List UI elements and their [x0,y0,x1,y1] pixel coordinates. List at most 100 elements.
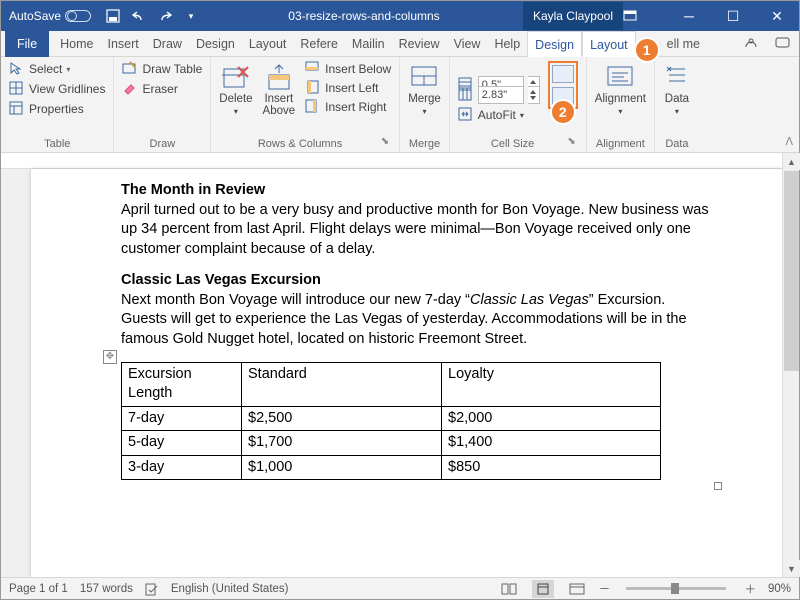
read-mode-icon[interactable] [498,580,520,598]
quick-access-toolbar: ▾ [99,8,205,24]
alignment-button[interactable]: Alignment▾ [595,61,646,116]
width-spinner[interactable] [528,86,540,104]
ribbon-tabs: File Home Insert Draw Design Layout Refe… [1,31,799,57]
data-button[interactable]: Data▾ [663,61,691,116]
save-icon[interactable] [105,8,121,24]
tab-review[interactable]: Review [392,31,447,57]
tell-me[interactable]: ell me [660,31,707,57]
th-0: Excursion Length [122,362,242,406]
web-layout-icon[interactable] [566,580,588,598]
tab-mailings[interactable]: Mailin [345,31,392,57]
group-merge-label: Merge [408,136,441,150]
word-count[interactable]: 157 words [80,583,133,595]
tab-draw[interactable]: Draw [146,31,189,57]
heading-1: The Month in Review [121,181,712,201]
autosave-switch-icon [65,10,91,22]
cellsize-launcher-icon[interactable]: ⬊ [567,136,577,150]
collapse-ribbon-icon[interactable]: ᐱ [785,135,793,148]
zoom-level[interactable]: 90% [768,583,791,595]
scrollbar-thumb[interactable] [784,171,799,371]
tab-file[interactable]: File [5,31,49,57]
insert-below-button[interactable]: Insert Below [305,61,391,77]
properties-button[interactable]: Properties [9,101,105,117]
zoom-in-icon[interactable]: ＋ [744,581,756,597]
scroll-up-icon[interactable]: ▲ [783,153,800,170]
pricing-table[interactable]: Excursion Length Standard Loyalty 7-day$… [121,362,661,481]
title-bar: AutoSave ▾ 03-resize-rows-and-columns Ka… [1,1,799,31]
zoom-slider[interactable] [626,587,726,590]
tab-insert[interactable]: Insert [101,31,146,57]
delete-button[interactable]: Delete▾ [219,61,252,116]
group-rows-columns: Delete▾ Insert Above Insert Below Insert… [211,57,400,152]
page-indicator[interactable]: Page 1 of 1 [9,583,68,595]
group-rowscols-label: Rows & Columns [219,136,381,150]
tab-references[interactable]: Refere [293,31,345,57]
tab-design[interactable]: Design [189,31,242,57]
rowscols-launcher-icon[interactable]: ⬊ [381,136,391,150]
autosave-label: AutoSave [9,9,61,23]
table-row: 3-day$1,000$850 [122,455,661,480]
group-draw-label: Draw [122,136,202,150]
proofofing-icon[interactable] [145,582,159,596]
paragraph-1: April turned out to be a very busy and p… [121,201,712,260]
paragraph-2: Next month Bon Voyage will introduce our… [121,291,712,350]
callout-1: 1 [634,37,660,63]
status-bar: Page 1 of 1 157 words English (United St… [1,577,799,599]
tab-layout[interactable]: Layout [242,31,294,57]
distribute-highlight: 2 [548,61,578,109]
heading-2: Classic Las Vegas Excursion [121,271,712,291]
table-row: Excursion Length Standard Loyalty [122,362,661,406]
insert-right-button[interactable]: Insert Right [305,99,391,115]
scroll-down-icon[interactable]: ▼ [783,560,800,577]
redo-icon[interactable] [157,8,173,24]
tab-help[interactable]: Help [487,31,527,57]
insert-left-button[interactable]: Insert Left [305,80,391,96]
eraser-button[interactable]: Eraser [122,81,202,97]
group-draw: Draw Table Eraser Draw [114,57,211,152]
qat-dropdown-icon[interactable]: ▾ [183,8,199,24]
table-resize-handle-icon[interactable] [714,482,722,490]
group-data: Data▾ Data [655,57,699,152]
th-1: Standard [242,362,442,406]
minimize-icon[interactable]: ─ [667,8,711,24]
print-layout-icon[interactable] [532,580,554,598]
maximize-icon[interactable]: ☐ [711,8,755,25]
table-row: 7-day$2,500$2,000 [122,406,661,431]
document-area: The Month in Review April turned out to … [1,153,782,577]
group-alignment-label: Alignment [595,136,646,150]
tab-table-design[interactable]: Design [527,31,582,57]
document-page[interactable]: The Month in Review April turned out to … [31,169,782,577]
th-2: Loyalty [442,362,661,406]
close-icon[interactable]: ✕ [755,8,799,25]
select-button[interactable]: Select▾ [9,61,105,77]
group-merge: Merge▾ Merge [400,57,450,152]
table-row: 5-day$1,700$1,400 [122,431,661,456]
view-gridlines-button[interactable]: View Gridlines [9,81,105,97]
group-table-label: Table [9,136,105,150]
language-indicator[interactable]: English (United States) [171,583,289,595]
insert-above-button[interactable]: Insert Above [263,61,296,117]
distribute-rows-icon[interactable] [552,65,574,83]
table-move-handle-icon[interactable]: ✥ [103,350,117,364]
zoom-out-icon[interactable]: ─ [600,583,608,595]
undo-icon[interactable] [131,8,147,24]
ribbon-options-icon[interactable] [623,10,667,22]
column-width-input[interactable]: 2.83" [478,86,524,104]
table-wrapper: ✥ Excursion Length Standard Loyalty 7-da… [121,362,712,481]
group-data-label: Data [663,136,691,150]
group-table: Select▾ View Gridlines Properties Table [1,57,114,152]
comments-icon[interactable] [767,37,799,51]
vertical-scrollbar[interactable]: ▲ ▼ [782,153,799,577]
tab-table-layout[interactable]: Layout [582,31,636,57]
share-icon[interactable] [735,37,767,51]
zoom-slider-thumb[interactable] [671,583,679,594]
draw-table-button[interactable]: Draw Table [122,61,202,77]
tab-view[interactable]: View [447,31,488,57]
tab-home[interactable]: Home [53,31,100,57]
autosave-toggle[interactable]: AutoSave [1,9,99,23]
col-width-icon [458,87,474,103]
ruler[interactable] [1,153,782,169]
user-name[interactable]: Kayla Claypool [523,2,623,30]
merge-button[interactable]: Merge▾ [408,61,441,116]
group-alignment: Alignment▾ Alignment [587,57,655,152]
